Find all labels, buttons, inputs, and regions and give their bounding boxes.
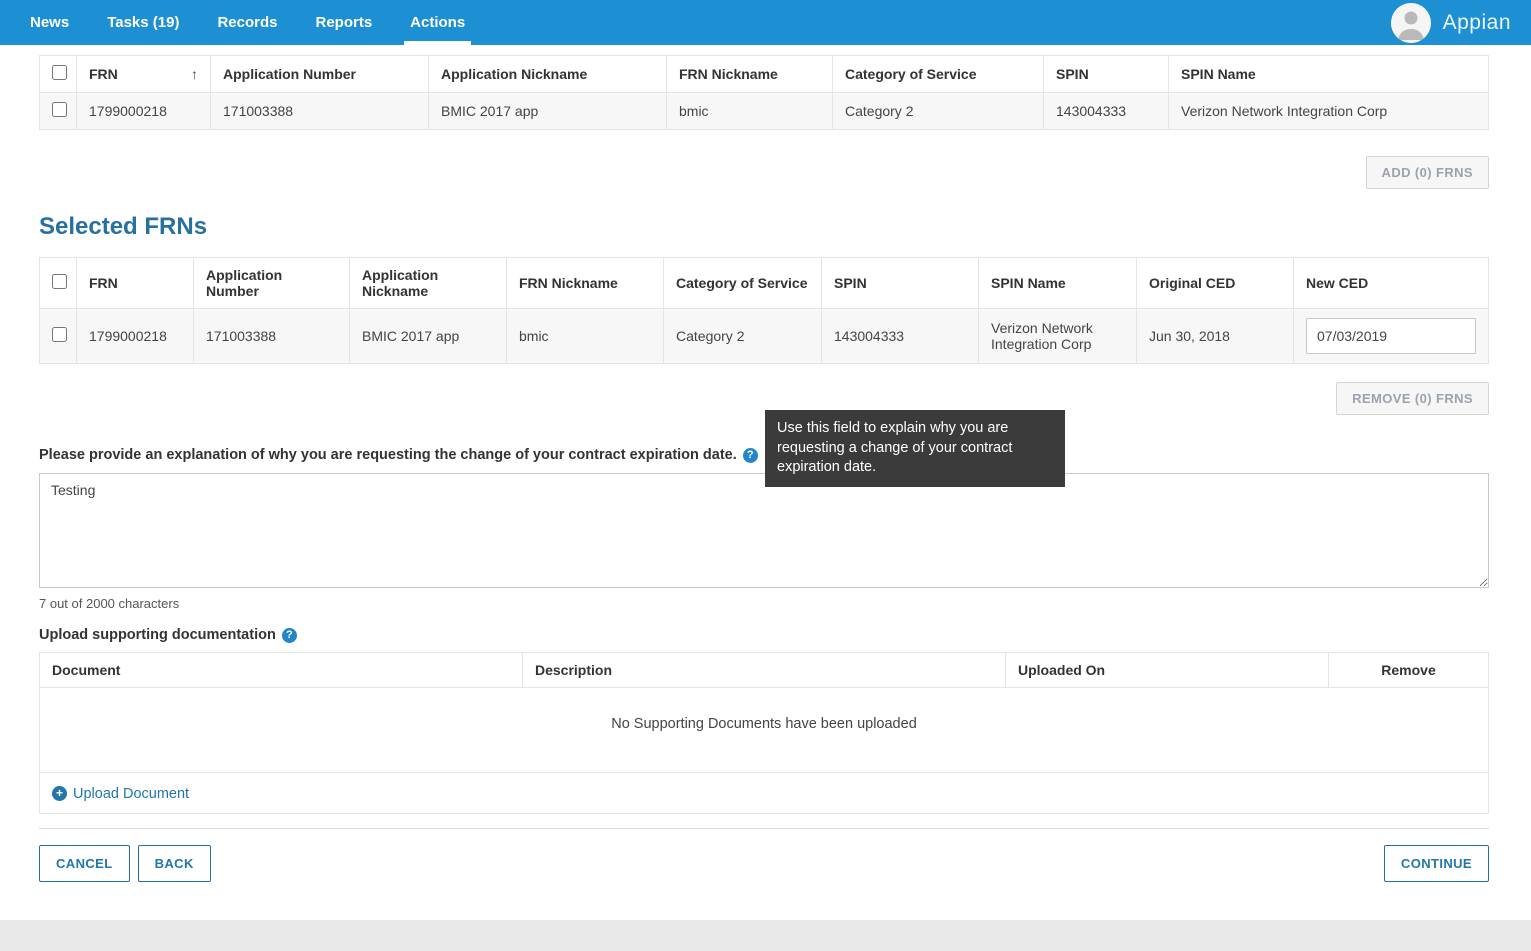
footer-divider [39,828,1489,829]
plus-icon: + [52,786,67,801]
upload-document-link[interactable]: + Upload Document [52,786,189,802]
selected-cell-frn: 1799000218 [77,309,194,364]
selected-cell-frn-nickname: bmic [507,309,664,364]
explanation-help-icon[interactable]: ? [743,448,758,463]
explanation-textarea[interactable]: Testing [39,473,1489,588]
selected-header-application-nickname: Application Nickname [350,258,507,309]
footer-button-bar: CANCEL BACK CONTINUE [39,845,1489,882]
results-cell-category: Category 2 [833,93,1044,130]
remove-frns-button[interactable]: REMOVE (0) FRNS [1336,382,1489,415]
add-frns-button[interactable]: ADD (0) FRNS [1366,156,1489,189]
selected-header-frn: FRN [77,258,194,309]
sort-ascending-icon[interactable]: ↑ [191,66,198,82]
results-cell-application-nickname: BMIC 2017 app [429,93,667,130]
main-content: FRN ↑ Application Number Application Nic… [0,45,1531,920]
frn-search-results-table: FRN ↑ Application Number Application Nic… [39,55,1489,130]
nav-item-news[interactable]: News [24,0,75,45]
results-cell-application-number: 171003388 [211,93,429,130]
new-ced-input[interactable] [1306,318,1476,354]
character-count: 7 out of 2000 characters [39,596,1489,611]
results-select-all-checkbox[interactable] [52,65,67,80]
explanation-tooltip: Use this field to explain why you are re… [765,410,1065,487]
results-table-row: 1799000218 171003388 BMIC 2017 app bmic … [40,93,1489,130]
results-row-checkbox[interactable] [52,102,67,117]
selected-frns-table: FRN Application Number Application Nickn… [39,257,1489,364]
selected-cell-application-number: 171003388 [194,309,350,364]
selected-header-row: FRN Application Number Application Nickn… [40,258,1489,309]
results-header-row: FRN ↑ Application Number Application Nic… [40,56,1489,93]
continue-button[interactable]: CONTINUE [1384,845,1489,882]
results-header-frn[interactable]: FRN ↑ [77,56,211,93]
selected-cell-application-nickname: BMIC 2017 app [350,309,507,364]
selected-select-all-checkbox[interactable] [52,274,67,289]
user-avatar[interactable] [1391,3,1431,43]
selected-cell-original-ced: Jun 30, 2018 [1137,309,1294,364]
frn-header-label: FRN [89,66,118,82]
selected-header-frn-nickname: FRN Nickname [507,258,664,309]
nav-item-reports[interactable]: Reports [309,0,378,45]
documents-empty-row: No Supporting Documents have been upload… [40,688,1489,773]
results-cell-spin: 143004333 [1044,93,1169,130]
upload-link-row: + Upload Document [40,773,1489,814]
documents-header-row: Document Description Uploaded On Remove [40,653,1489,688]
selected-header-new-ced: New CED [1294,258,1489,309]
selected-header-original-ced: Original CED [1137,258,1294,309]
upload-document-label: Upload Document [73,786,189,802]
no-documents-message: No Supporting Documents have been upload… [40,688,1489,773]
documents-header-document: Document [40,653,523,688]
results-header-spin: SPIN [1044,56,1169,93]
selected-cell-category: Category 2 [664,309,822,364]
back-button[interactable]: BACK [138,845,211,882]
supporting-documents-table: Document Description Uploaded On Remove … [39,652,1489,814]
selected-header-spin: SPIN [822,258,979,309]
nav-item-actions[interactable]: Actions [404,0,471,45]
results-cell-frn-nickname: bmic [667,93,833,130]
upload-documentation-label: Upload supporting documentation [39,627,276,643]
selected-header-application-number: Application Number [194,258,350,309]
cancel-button[interactable]: CANCEL [39,845,130,882]
selected-cell-spin-name: Verizon Network Integration Corp [979,309,1137,364]
upload-help-icon[interactable]: ? [282,628,297,643]
results-header-application-nickname: Application Nickname [429,56,667,93]
selected-table-row: 1799000218 171003388 BMIC 2017 app bmic … [40,309,1489,364]
top-navigation: News Tasks (19) Records Reports Actions … [0,0,1531,45]
documents-header-description: Description [523,653,1006,688]
selected-row-checkbox[interactable] [52,327,67,342]
results-header-spin-name: SPIN Name [1169,56,1489,93]
results-cell-frn: 1799000218 [77,93,211,130]
results-cell-spin-name: Verizon Network Integration Corp [1169,93,1489,130]
person-icon [1391,3,1431,43]
nav-items: News Tasks (19) Records Reports Actions [24,0,497,45]
results-header-category: Category of Service [833,56,1044,93]
selected-header-spin-name: SPIN Name [979,258,1137,309]
selected-cell-spin: 143004333 [822,309,979,364]
nav-right: Appian [1391,0,1511,45]
documents-header-uploaded-on: Uploaded On [1006,653,1329,688]
selected-header-category: Category of Service [664,258,822,309]
results-header-application-number: Application Number [211,56,429,93]
documents-header-remove: Remove [1329,653,1489,688]
explanation-label: Please provide an explanation of why you… [39,447,737,463]
nav-item-tasks[interactable]: Tasks (19) [101,0,185,45]
explanation-section: Please provide an explanation of why you… [39,447,1489,611]
nav-item-records[interactable]: Records [211,0,283,45]
results-header-frn-nickname: FRN Nickname [667,56,833,93]
selected-frns-heading: Selected FRNs [39,213,1489,241]
appian-logo: Appian [1443,11,1511,35]
